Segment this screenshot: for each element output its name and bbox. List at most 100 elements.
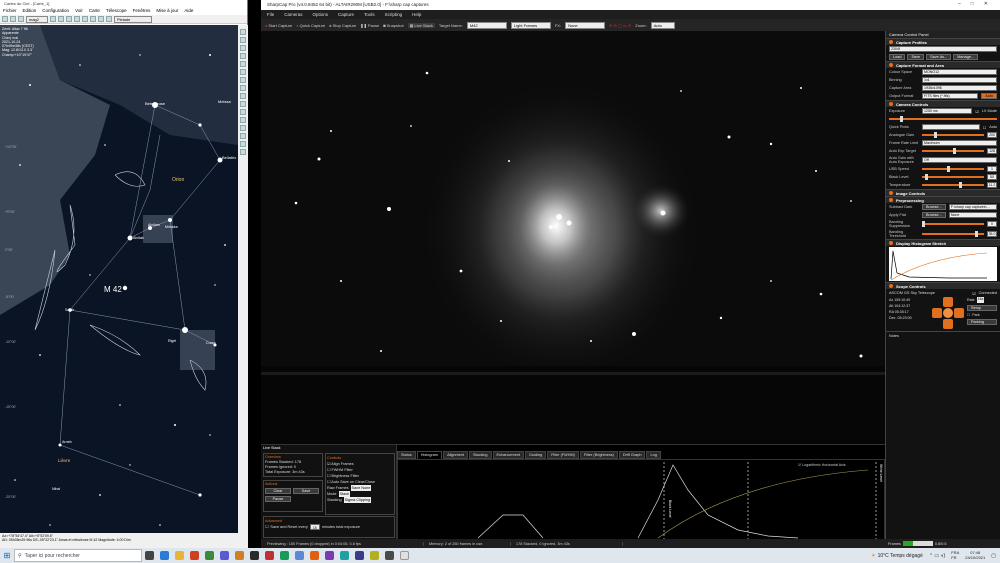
windows-start-icon[interactable]: ⊞ <box>0 551 14 560</box>
output-auto-button[interactable]: Auto <box>981 93 997 99</box>
brightness-checkbox[interactable]: ☐ <box>327 474 330 478</box>
stop-slew-button[interactable] <box>943 308 953 318</box>
toolbar-icon[interactable] <box>240 85 246 91</box>
edge-icon[interactable] <box>160 551 169 560</box>
connected-checkbox[interactable]: ☑ <box>972 291 975 296</box>
load-profile-button[interactable]: Load <box>889 54 906 60</box>
capture-area-select[interactable]: 1936x1096 <box>922 85 997 91</box>
toolbar-icon[interactable] <box>240 61 246 67</box>
object-search-select[interactable]: Pleiade <box>114 15 152 23</box>
slew-west-button[interactable] <box>932 308 942 318</box>
toolbar-icon[interactable] <box>240 101 246 107</box>
align-checkbox[interactable]: ☑ <box>327 462 330 466</box>
app-icon[interactable] <box>190 551 199 560</box>
stop-capture-button[interactable]: ■ Stop Capture <box>329 23 356 28</box>
fx-select[interactable]: None <box>565 21 606 29</box>
app-icon[interactable] <box>235 551 244 560</box>
exposure-slider[interactable] <box>889 116 997 122</box>
app-icon[interactable] <box>280 551 289 560</box>
tab-drift-graph[interactable]: Drift Graph <box>618 451 646 459</box>
toolbar-icon[interactable] <box>50 16 56 22</box>
fwhm-checkbox[interactable]: ☐ <box>327 468 330 472</box>
menu-telescope[interactable]: Télescope <box>106 8 127 14</box>
section-scope-controls[interactable]: Scope Controls <box>886 282 1000 289</box>
start-capture-button[interactable]: ● Start Capture <box>265 23 292 28</box>
flat-file-select[interactable]: None <box>948 212 997 218</box>
toolbar-icon[interactable] <box>240 109 246 115</box>
flat-browse-button[interactable]: Browse... <box>922 212 946 218</box>
menu-cameras[interactable]: Cameras <box>284 12 302 17</box>
tool-icon-crosshair[interactable]: ✛ ◎ ▢ ▭ ✕ <box>609 23 631 28</box>
app-icon[interactable] <box>370 551 379 560</box>
toolbar-icon[interactable] <box>240 117 246 123</box>
toolbar-icon[interactable] <box>74 16 80 22</box>
app-icon[interactable] <box>310 551 319 560</box>
log-axis-option[interactable]: ☑ Logarithmic Horizontal Axis <box>798 463 846 467</box>
menu-voir[interactable]: Voir <box>75 8 83 14</box>
banding-suppression-value[interactable]: 0 <box>987 221 997 227</box>
app-icon[interactable] <box>220 551 229 560</box>
weather-text[interactable]: 10°C Temps dégagé <box>878 553 923 559</box>
live-image-viewer[interactable] <box>261 31 885 444</box>
menu-mise-a-jour[interactable]: Mise à jour <box>156 8 178 14</box>
section-capture-format[interactable]: Capture Format and Area <box>886 61 1000 68</box>
auto-exp-value[interactable]: 128 <box>987 148 997 154</box>
stack-histogram[interactable]: ☑ Logarithmic Horizontal Axis Black Leve… <box>397 459 885 540</box>
toolbar-icon[interactable] <box>240 29 246 35</box>
quick-picks-select[interactable] <box>922 124 980 130</box>
tab-status[interactable]: Status <box>397 451 416 459</box>
clear-stack-button[interactable]: Clear <box>265 488 291 494</box>
banding-threshold-slider[interactable] <box>922 231 984 237</box>
gain-value[interactable]: 200 <box>987 132 997 138</box>
menu-help[interactable]: Help <box>412 12 421 17</box>
menu-scripting[interactable]: Scripting <box>385 12 403 17</box>
auto-exp-slider[interactable] <box>922 148 984 154</box>
menu-fichier[interactable]: Fichier <box>3 8 17 14</box>
menu-edition[interactable]: Edition <box>23 8 37 14</box>
black-level-value[interactable]: 50 <box>987 174 997 180</box>
slew-east-button[interactable] <box>954 308 964 318</box>
toolbar-icon[interactable] <box>240 77 246 83</box>
menu-capture[interactable]: Capture <box>338 12 354 17</box>
toolbar-icon[interactable] <box>240 45 246 51</box>
slew-north-button[interactable] <box>943 297 953 307</box>
section-capture-profiles[interactable]: Capture Profiles <box>886 38 1000 45</box>
window-buttons[interactable]: –□✕ <box>958 1 998 7</box>
toolbar-icon[interactable] <box>90 16 96 22</box>
menu-tools[interactable]: Tools <box>364 12 375 17</box>
sky-chart-canvas[interactable]: Zenit: Altaz 7 ft6 Apparente Cheq' mal 2… <box>0 25 238 540</box>
zoom-select[interactable]: mag2 <box>26 15 48 23</box>
toolbar-icon[interactable] <box>240 125 246 131</box>
explorer-icon[interactable] <box>175 551 184 560</box>
output-format-select[interactable]: FITS files (*.fits) <box>922 93 979 99</box>
toolbar-icon[interactable] <box>240 133 246 139</box>
menu-configuration[interactable]: Configuration <box>42 8 69 14</box>
tab-guiding[interactable]: Guiding <box>524 451 547 459</box>
dark-file-select[interactable]: F:\sharp cap captures\... <box>948 204 997 210</box>
binning-select[interactable]: 1x1 <box>922 77 997 83</box>
toolbar-icon[interactable] <box>240 53 246 59</box>
toolbar-icon[interactable] <box>240 141 246 147</box>
pause-button[interactable]: ❚❚ Pause <box>360 23 379 28</box>
section-preprocessing[interactable]: Preprocessing <box>886 196 1000 203</box>
autosave-checkbox[interactable]: ☐ <box>327 480 330 484</box>
scope-setup-button[interactable]: Setup <box>967 305 997 311</box>
park-checkbox[interactable]: ☐ <box>967 313 970 317</box>
dark-browse-button[interactable]: Browse... <box>922 204 946 210</box>
profile-select[interactable]: 2304f <box>889 46 997 52</box>
toolbar-icon[interactable] <box>106 16 112 22</box>
live-stack-button[interactable]: ▦ Live Stack <box>407 22 435 28</box>
lx-mode-checkbox[interactable]: ☑ <box>975 109 978 114</box>
section-camera-controls[interactable]: Camera Controls <box>886 100 1000 107</box>
app-icon[interactable] <box>400 551 409 560</box>
frame-type-select[interactable]: Light Frames <box>510 21 551 29</box>
pause-stack-button[interactable]: Pause <box>265 496 291 502</box>
tab-histogram[interactable]: Histogram <box>416 451 443 459</box>
tray-icons[interactable]: ⌃ ▭ ◖) <box>929 553 945 559</box>
quick-capture-button[interactable]: ● Quick Capture <box>296 23 325 28</box>
save-profile-button[interactable]: Save <box>907 54 925 60</box>
save-reset-checkbox[interactable]: ☐ <box>265 524 268 530</box>
toolbar-icon[interactable] <box>2 16 8 22</box>
slew-south-button[interactable] <box>943 319 953 329</box>
app-icon[interactable] <box>385 551 394 560</box>
